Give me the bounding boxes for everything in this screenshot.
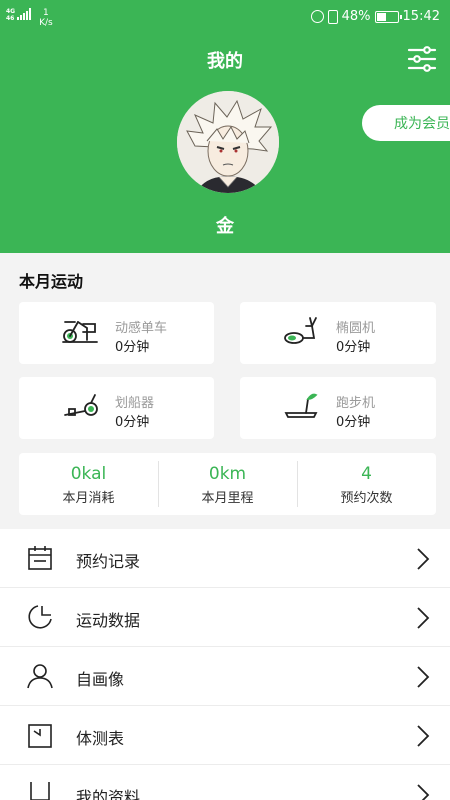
profile-header: 4G 46 1 K/s 48% 15:42 我的 成为会员 金 (0, 0, 450, 253)
chevron-right-icon (417, 725, 430, 747)
pie-chart-icon (28, 605, 52, 629)
spin-bike-icon (62, 321, 98, 343)
status-bar: 4G 46 1 K/s 48% 15:42 (0, 0, 450, 36)
profile-icon (30, 782, 50, 800)
equipment-value: 0分钟 (115, 415, 150, 430)
menu-label: 预约记录 (76, 552, 141, 571)
equipment-card-spin-bike[interactable]: 动感单车 0分钟 (19, 302, 214, 364)
page-title: 我的 (207, 51, 243, 72)
section-title: 本月运动 (19, 272, 84, 291)
chevron-right-icon (417, 548, 430, 570)
menu-label: 我的资料 (76, 788, 141, 800)
menu-list: 预约记录 运动数据 自画像 体测表 我的资料 (0, 529, 450, 800)
alarm-icon (310, 10, 324, 23)
clock: 15:42 (402, 9, 440, 24)
stat-calories: 0kal 本月消耗 (19, 453, 158, 515)
equipment-name: 跑步机 (336, 396, 376, 411)
network-speed: 1 K/s (39, 8, 53, 28)
stat-value: 0kal (70, 464, 107, 484)
stat-label: 预约次数 (340, 491, 393, 506)
equipment-value: 0分钟 (336, 340, 371, 355)
equipment-name: 动感单车 (115, 321, 168, 336)
network-indicator: 4G 46 (6, 8, 16, 22)
menu-item-self-portrait[interactable]: 自画像 (0, 647, 450, 706)
stat-distance: 0km 本月里程 (158, 453, 297, 515)
menu-item-exercise-data[interactable]: 运动数据 (0, 588, 450, 647)
menu-label: 运动数据 (76, 611, 141, 630)
chevron-right-icon (417, 607, 430, 629)
menu-label: 体测表 (76, 729, 125, 748)
menu-item-booking-records[interactable]: 预约记录 (0, 529, 450, 588)
vibrate-icon (327, 9, 338, 24)
avatar[interactable] (177, 91, 279, 193)
menu-item-body-test[interactable]: 体测表 (0, 706, 450, 765)
become-member-button[interactable]: 成为会员 (362, 105, 450, 141)
equipment-name: 划船器 (115, 396, 155, 411)
signal-icon (17, 8, 32, 20)
stat-label: 本月里程 (201, 491, 254, 506)
equipment-value: 0分钟 (336, 415, 371, 430)
stat-bookings: 4 预约次数 (297, 453, 436, 515)
stat-label: 本月消耗 (62, 491, 115, 506)
equipment-card-treadmill[interactable]: 跑步机 0分钟 (240, 377, 436, 439)
monthly-stats: 0kal 本月消耗 0km 本月里程 4 预约次数 (19, 453, 436, 515)
battery-icon (374, 10, 402, 23)
equipment-name: 椭圆机 (336, 321, 376, 336)
calendar-icon (28, 546, 52, 570)
equipment-value: 0分钟 (115, 340, 150, 355)
stat-value: 0km (208, 464, 247, 484)
menu-label: 自画像 (76, 670, 125, 689)
rowing-machine-icon (64, 394, 98, 416)
treadmill-icon (284, 393, 318, 418)
equipment-card-rowing[interactable]: 划船器 0分钟 (19, 377, 214, 439)
battery-percent: 48% (341, 9, 371, 24)
chevron-right-icon (417, 666, 430, 688)
username: 金 (216, 216, 234, 237)
equipment-card-elliptical[interactable]: 椭圆机 0分钟 (240, 302, 436, 364)
elliptical-icon (284, 317, 317, 344)
chevron-right-icon (417, 784, 430, 800)
person-icon (27, 664, 53, 689)
menu-item-my-profile[interactable]: 我的资料 (0, 765, 450, 800)
stat-value: 4 (361, 464, 372, 484)
settings-sliders-icon[interactable] (407, 46, 437, 72)
scale-icon (28, 724, 52, 748)
